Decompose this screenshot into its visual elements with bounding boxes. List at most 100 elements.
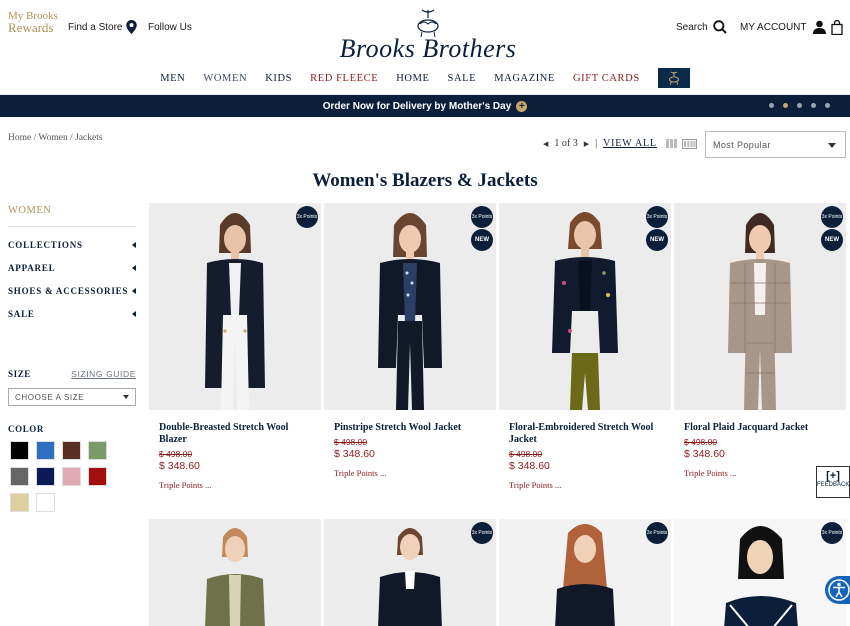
breadcrumb[interactable]: Home / Women / Jackets <box>8 133 103 143</box>
model-image <box>205 528 265 626</box>
product-image[interactable]: 3x Points NEW <box>674 203 846 410</box>
sidebar-item-sale[interactable]: SALE <box>8 302 136 325</box>
color-swatch-brown[interactable] <box>62 441 81 460</box>
promo-text: Order Now for Delivery by Mother's Day <box>322 100 512 112</box>
accessibility-button[interactable] <box>825 576 850 604</box>
size-filter-header: SIZE SIZING GUIDE <box>8 369 136 379</box>
product-image[interactable]: 3x Points <box>499 519 671 626</box>
product-image[interactable]: 3x Points <box>674 519 846 626</box>
carousel-dot[interactable] <box>825 103 830 108</box>
color-swatch-gray[interactable] <box>10 467 29 486</box>
caret-left-icon <box>132 287 136 294</box>
feedback-label: FEEDBACK <box>817 482 850 488</box>
search-button[interactable]: Search <box>676 20 727 34</box>
caret-left-icon <box>132 241 136 248</box>
carousel-dot-active[interactable] <box>783 103 788 108</box>
sidebar-item-shoes-accessories[interactable]: SHOES & ACCESSORIES <box>8 279 136 302</box>
feedback-plus: [+] <box>826 470 840 482</box>
carousel-dot[interactable] <box>811 103 816 108</box>
nav-home[interactable]: HOME <box>396 73 429 84</box>
sale-price: $ 348.60 <box>509 460 550 472</box>
color-swatch-navy[interactable] <box>36 467 55 486</box>
triple-points-badge: 3x Points <box>471 206 493 228</box>
sizing-guide-link[interactable]: SIZING GUIDE <box>71 369 136 379</box>
triple-points-badge: 3x Points <box>821 206 843 228</box>
product-image[interactable] <box>149 519 321 626</box>
sale-price: $ 348.60 <box>159 460 200 472</box>
page-indicator: 1 of 3 <box>554 138 578 149</box>
promo-points[interactable]: Triple Points ... <box>159 480 311 490</box>
product-card[interactable]: 3x Points <box>499 519 671 626</box>
sidebar-item-collections[interactable]: COLLECTIONS <box>8 233 136 256</box>
filter-sidebar: WOMEN COLLECTIONS APPAREL SHOES & ACCESS… <box>8 205 136 325</box>
carousel-dot[interactable] <box>797 103 802 108</box>
product-image[interactable]: 3x Points <box>149 203 321 410</box>
product-card[interactable] <box>149 519 321 626</box>
sidebar-heading[interactable]: WOMEN <box>8 205 136 227</box>
product-card[interactable]: 3x Points NEW Pinstripe Stretch Wool Jac… <box>324 203 496 478</box>
size-select[interactable]: CHOOSE A SIZE <box>8 388 136 406</box>
shopping-bag-icon[interactable] <box>831 20 843 35</box>
new-badge: NEW <box>471 229 493 251</box>
model-image <box>378 528 442 626</box>
sidebar-item-apparel[interactable]: APPAREL <box>8 256 136 279</box>
product-name[interactable]: Floral-Embroidered Stretch Wool Jacket <box>509 422 661 446</box>
color-swatch-white[interactable] <box>36 493 55 512</box>
promo-points[interactable]: Triple Points ... <box>334 468 486 478</box>
pager-divider: | <box>595 138 598 149</box>
find-store-label: Find a Store <box>68 21 123 33</box>
caret-left-icon <box>132 264 136 271</box>
prev-page-icon[interactable]: ◀ <box>543 140 548 148</box>
feedback-button[interactable]: [+] FEEDBACK <box>816 466 850 498</box>
grid-view-4-icon[interactable] <box>682 139 697 149</box>
user-icon <box>812 20 826 34</box>
color-swatch-red[interactable] <box>88 467 107 486</box>
triple-points-badge: 3x Points <box>821 522 843 544</box>
model-image <box>552 212 618 410</box>
nav-kids[interactable]: KIDS <box>265 73 292 84</box>
color-swatch-green[interactable] <box>88 441 107 460</box>
product-card[interactable]: 3x Points NEW Floral Plaid Jacquard Jack… <box>674 203 846 478</box>
nav-men[interactable]: MEN <box>160 73 185 84</box>
nav-magazine[interactable]: MAGAZINE <box>494 73 555 84</box>
product-name[interactable]: Double-Breasted Stretch Wool Blazer <box>159 422 311 446</box>
product-card[interactable]: 3x Points Double-Breasted Stretch Wool B… <box>149 203 321 490</box>
promo-points[interactable]: Triple Points ... <box>684 468 836 478</box>
brooks-brothers-logo[interactable]: Brooks Brothers <box>338 8 518 63</box>
nav-red-fleece[interactable]: RED FLEECE <box>310 73 378 84</box>
product-card[interactable]: 3x Points <box>674 519 846 626</box>
find-a-store-link[interactable]: Find a Store <box>68 20 138 34</box>
nav-gift-cards[interactable]: GIFT CARDS <box>573 73 640 84</box>
follow-us-link[interactable]: Follow Us <box>148 22 192 33</box>
my-brooks-rewards-logo[interactable]: My Brooks Rewards <box>8 10 58 34</box>
view-all-link[interactable]: VIEW ALL <box>603 138 657 149</box>
nav-sale[interactable]: SALE <box>448 73 477 84</box>
product-card[interactable]: 3x Points <box>324 519 496 626</box>
product-image[interactable]: 3x Points NEW <box>499 203 671 410</box>
product-card[interactable]: 3x Points NEW Floral-Embroidered Stretch… <box>499 203 671 490</box>
size-select-placeholder: CHOOSE A SIZE <box>15 393 85 402</box>
carousel-dot[interactable] <box>769 103 774 108</box>
sort-dropdown[interactable]: Most Popular <box>705 131 846 158</box>
promo-points[interactable]: Triple Points ... <box>509 480 661 490</box>
carousel-dots <box>769 103 830 108</box>
fleece-emblem-button[interactable] <box>657 68 690 88</box>
color-swatch-blue[interactable] <box>36 441 55 460</box>
color-swatch-black[interactable] <box>10 441 29 460</box>
product-image[interactable]: 3x Points <box>324 519 496 626</box>
product-name[interactable]: Floral Plaid Jacquard Jacket <box>684 422 836 434</box>
product-name[interactable]: Pinstripe Stretch Wool Jacket <box>334 422 486 434</box>
product-image[interactable]: 3x Points NEW <box>324 203 496 410</box>
sidebar-item-label: COLLECTIONS <box>8 239 83 250</box>
my-account-button[interactable]: MY ACCOUNT <box>740 20 826 34</box>
grid-view-3-icon[interactable] <box>666 139 677 148</box>
triple-points-badge: 3x Points <box>296 206 318 228</box>
color-swatch-pink[interactable] <box>62 467 81 486</box>
color-swatch-tan[interactable] <box>10 493 29 512</box>
plus-icon[interactable]: + <box>516 100 528 112</box>
nav-women[interactable]: WOMEN <box>203 73 247 84</box>
location-pin-icon <box>126 20 138 34</box>
original-price: $ 498.00 <box>159 449 193 459</box>
promo-banner[interactable]: Order Now for Delivery by Mother's Day + <box>0 95 850 117</box>
next-page-icon[interactable]: ▶ <box>584 140 589 148</box>
